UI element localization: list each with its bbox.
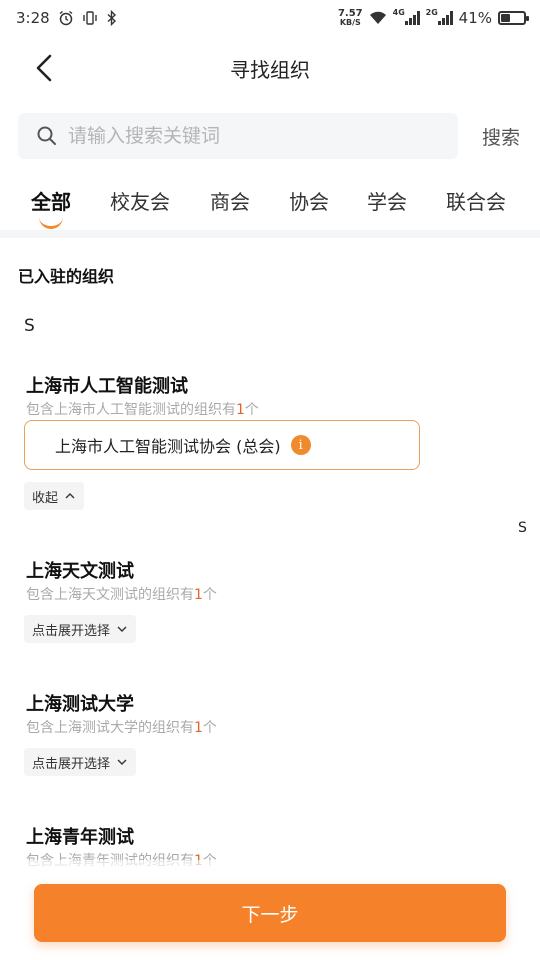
category-tabs: 全部 校友会 商会 协会 学会 联合会 xyxy=(0,178,540,229)
signal-2g-label: 2G xyxy=(425,8,438,17)
org-desc-suffix: 个 xyxy=(202,587,217,603)
status-time: 3:28 xyxy=(16,9,50,27)
expand-label: 点击展开选择 xyxy=(32,623,111,639)
tab-association-label: 协会 xyxy=(289,190,329,214)
search-bar: 搜索 xyxy=(0,113,540,159)
org-desc: 包含上海天文测试的组织有1个 xyxy=(26,584,217,604)
org-name: 上海市人工智能测试 xyxy=(26,376,188,397)
collapse-label: 收起 xyxy=(32,490,59,506)
tab-federation[interactable]: 联合会 xyxy=(446,186,506,215)
org-count: 1 xyxy=(194,720,203,736)
org-desc-suffix: 个 xyxy=(202,720,217,736)
back-button[interactable] xyxy=(28,52,60,84)
page-title: 寻找组织 xyxy=(230,57,310,82)
info-icon[interactable]: i xyxy=(290,435,311,455)
bluetooth-icon xyxy=(107,10,116,26)
section-title: 已入驻的组织 xyxy=(18,267,115,286)
vibrate-icon xyxy=(82,11,97,25)
org-count: 1 xyxy=(194,587,203,603)
org-desc-text: 包含上海天文测试的组织有 xyxy=(26,587,194,603)
net-speed-unit: KB/S xyxy=(339,18,361,27)
org-desc-text: 包含上海市人工智能测试的组织有 xyxy=(26,402,236,418)
net-speed-value: 7.57 xyxy=(337,8,363,19)
org-desc: 包含上海市人工智能测试的组织有1个 xyxy=(26,399,259,419)
chevron-down-icon xyxy=(117,626,127,632)
index-letter: S xyxy=(24,316,35,336)
search-input[interactable] xyxy=(68,125,408,147)
tab-society[interactable]: 学会 xyxy=(367,186,407,215)
chevron-left-icon xyxy=(36,54,52,82)
org-name: 上海测试大学 xyxy=(26,694,134,715)
chevron-up-icon xyxy=(65,493,75,499)
tab-society-label: 学会 xyxy=(367,190,407,214)
org-desc: 包含上海测试大学的组织有1个 xyxy=(26,717,217,737)
search-button[interactable]: 搜索 xyxy=(482,123,520,150)
tab-association[interactable]: 协会 xyxy=(289,186,329,215)
org-sub-item-label: 上海市人工智能测试协会 (总会) xyxy=(55,437,281,456)
signal-2g-icon: 2G xyxy=(425,8,453,25)
tab-alumni-label: 校友会 xyxy=(110,190,170,214)
expand-button[interactable]: 点击展开选择 xyxy=(24,615,137,643)
search-icon xyxy=(37,126,56,145)
tab-all-label: 全部 xyxy=(31,190,71,214)
expand-label: 点击展开选择 xyxy=(32,756,111,772)
org-desc-suffix: 个 xyxy=(244,402,259,418)
wifi-icon xyxy=(369,11,386,24)
expand-button[interactable]: 点击展开选择 xyxy=(24,748,137,776)
battery-percent: 41% xyxy=(458,9,492,27)
battery-fill xyxy=(501,14,511,22)
org-sub-item[interactable]: 上海市人工智能测试协会 (总会) i xyxy=(24,420,420,470)
org-name: 上海青年测试 xyxy=(26,827,134,848)
next-step-label: 下一步 xyxy=(241,903,299,926)
org-count: 1 xyxy=(236,402,245,418)
net-speed: 7.57 KB/S xyxy=(337,8,363,28)
org-desc-text: 包含上海测试大学的组织有 xyxy=(26,720,194,736)
status-bar: 3:28 7.57 KB/S 4G 2G 41% xyxy=(0,0,540,36)
next-step-button[interactable]: 下一步 xyxy=(34,884,506,942)
alarm-icon xyxy=(59,10,73,26)
side-index-letter[interactable]: S xyxy=(518,520,527,536)
tab-all[interactable]: 全部 xyxy=(31,186,71,229)
nav-bar: 寻找组织 xyxy=(0,36,540,100)
chevron-down-icon xyxy=(117,759,127,765)
section-divider xyxy=(0,230,540,238)
collapse-button[interactable]: 收起 xyxy=(24,482,85,510)
tab-chamber[interactable]: 商会 xyxy=(210,186,250,215)
tab-federation-label: 联合会 xyxy=(446,190,506,214)
battery-icon xyxy=(498,11,529,25)
tab-chamber-label: 商会 xyxy=(210,190,250,214)
tab-alumni[interactable]: 校友会 xyxy=(110,186,170,215)
signal-4g-icon: 4G xyxy=(392,8,420,25)
org-name: 上海天文测试 xyxy=(26,561,134,582)
search-box[interactable] xyxy=(18,113,458,159)
tab-active-indicator xyxy=(39,217,63,229)
signal-4g-label: 4G xyxy=(392,8,405,17)
